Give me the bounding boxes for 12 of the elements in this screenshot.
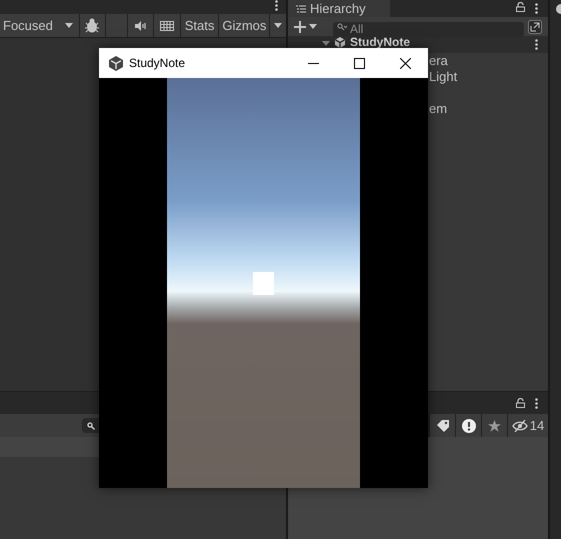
window-title: StudyNote xyxy=(129,55,186,72)
hierarchy-item[interactable]: em xyxy=(429,101,548,117)
tab-label[interactable]: Hierarchy xyxy=(310,0,366,18)
stats-button[interactable]: Stats xyxy=(180,14,218,37)
hierarchy-tab[interactable]: Hierarchy xyxy=(288,0,390,17)
hierarchy-item[interactable]: era xyxy=(429,53,548,69)
hidden-count-button[interactable]: 14 xyxy=(508,414,548,437)
gizmos-button[interactable]: Gizmos xyxy=(219,14,270,37)
scene-name[interactable]: StudyNote xyxy=(350,37,410,48)
focus-dropdown[interactable]: Focused xyxy=(0,14,80,37)
search-field[interactable]: All xyxy=(333,22,524,36)
hierarchy-item[interactable]: Light xyxy=(429,69,548,85)
